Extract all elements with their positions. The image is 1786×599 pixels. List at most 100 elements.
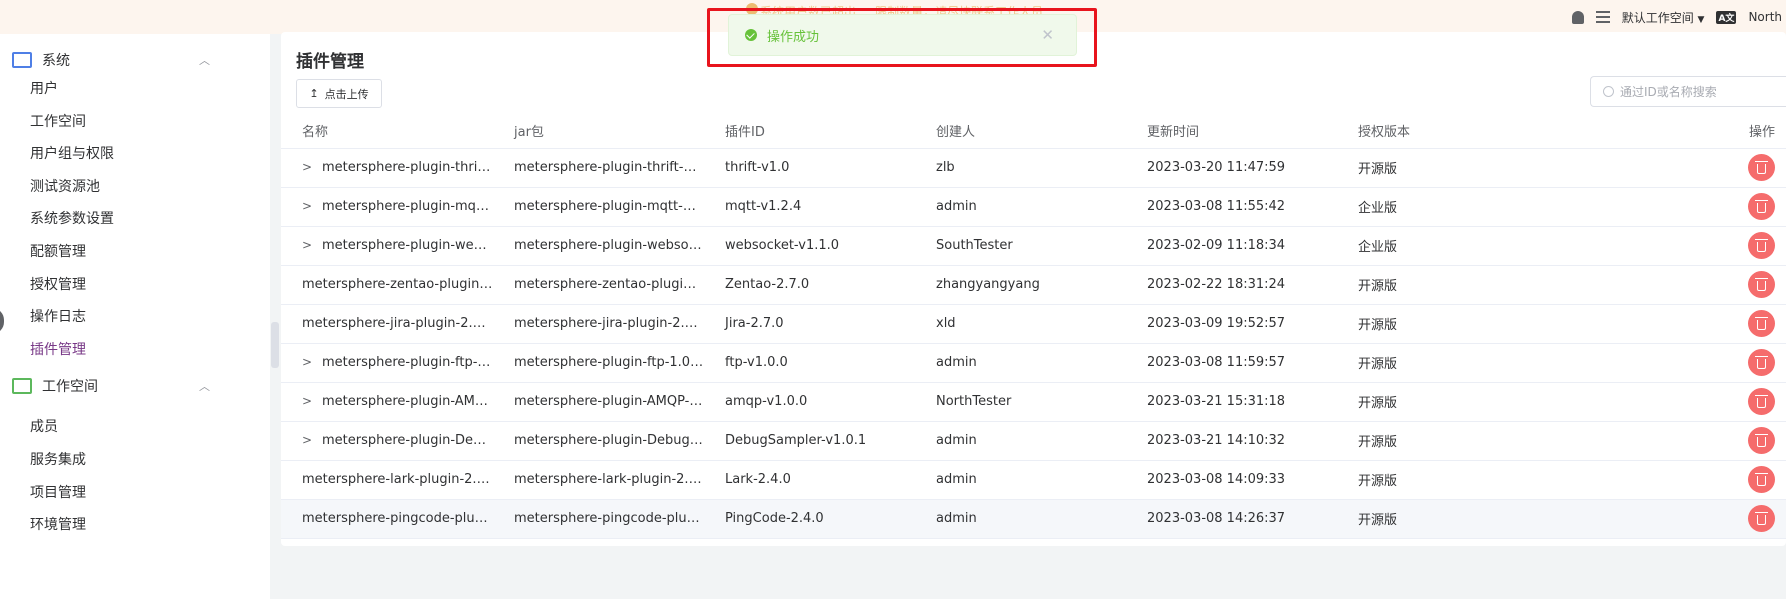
cell-plugin-id: Zentao-2.7.0: [704, 265, 915, 305]
sidebar-collapse-handle[interactable]: [271, 322, 279, 368]
sidebar-item-license[interactable]: 授权管理: [30, 274, 86, 294]
cell-actions: [1548, 187, 1786, 227]
cell-creator: admin: [915, 421, 1126, 461]
cell-actions: [1548, 343, 1786, 383]
sidebar-item-quota[interactable]: 配额管理: [30, 241, 86, 261]
language-icon[interactable]: A文: [1716, 10, 1737, 24]
sidebar-item-operation-log[interactable]: 操作日志: [30, 306, 86, 326]
cell-name: metersphere-zentao-plugin-2.7.0-jar...: [281, 265, 493, 305]
expand-chevron-icon[interactable]: >: [302, 433, 314, 447]
upload-icon: ↥: [309, 87, 319, 100]
cell-update-time: 2023-03-08 11:59:57: [1126, 343, 1337, 383]
cell-plugin-id: mqtt-v1.2.4: [704, 187, 915, 227]
trash-icon: [1755, 473, 1768, 486]
sidebar-item-system-params[interactable]: 系统参数设置: [30, 208, 114, 228]
cell-actions: [1548, 499, 1786, 539]
sidebar-item-integration[interactable]: 服务集成: [30, 449, 86, 469]
trash-icon: [1755, 161, 1768, 174]
delete-button[interactable]: [1748, 271, 1775, 298]
trash-icon: [1755, 317, 1768, 330]
sidebar-item-workspace[interactable]: 工作空间: [30, 111, 86, 131]
cell-creator: admin: [915, 460, 1126, 500]
highlight-box: [707, 8, 1097, 67]
expand-chevron-icon[interactable]: >: [302, 199, 314, 213]
cell-plugin-id: Jira-2.7.0: [704, 304, 915, 344]
table-row[interactable]: >metersphere-plugin-websocket-...metersp…: [281, 226, 1786, 266]
cell-edition: 企业版: [1337, 226, 1548, 266]
delete-button[interactable]: [1748, 232, 1775, 259]
cell-update-time: 2023-03-21 14:10:32: [1126, 421, 1337, 461]
delete-button[interactable]: [1748, 466, 1775, 493]
table-row[interactable]: metersphere-pingcode-plugin-2.4.2.jarmet…: [281, 499, 1786, 539]
cell-update-time: 2023-02-22 18:31:24: [1126, 265, 1337, 305]
sidebar-item-users[interactable]: 用户: [30, 78, 58, 98]
delete-button[interactable]: [1748, 427, 1775, 454]
sidebar-item-members[interactable]: 成员: [30, 416, 58, 436]
task-list-icon[interactable]: [1595, 11, 1610, 23]
cell-jar: metersphere-plugin-ftp-1.0.0-jar-wit...: [493, 343, 704, 383]
sidebar-item-resource-pool[interactable]: 测试资源池: [30, 176, 100, 196]
delete-button[interactable]: [1748, 349, 1775, 376]
cell-name: metersphere-pingcode-plugin-2.4.2.jar: [281, 499, 493, 539]
user-menu[interactable]: North: [1748, 10, 1782, 24]
sidebar-item-environments[interactable]: 环境管理: [30, 514, 86, 534]
delete-button[interactable]: [1748, 505, 1775, 532]
cell-actions: [1548, 304, 1786, 344]
cell-name: >metersphere-plugin-thrift-1.1-jar-...: [281, 148, 493, 188]
cell-plugin-id: websocket-v1.1.0: [704, 226, 915, 266]
cell-name: >metersphere-plugin-websocket-...: [281, 226, 493, 266]
cell-creator: zhangyangyang: [915, 265, 1126, 305]
expand-chevron-icon[interactable]: >: [302, 355, 314, 369]
sidebar-item-user-groups[interactable]: 用户组与权限: [30, 143, 114, 163]
cell-edition: 开源版: [1337, 343, 1548, 383]
cell-edition: 开源版: [1337, 148, 1548, 188]
cell-jar: metersphere-pingcode-plugin-2.4.2....: [493, 499, 704, 539]
cell-creator: SouthTester: [915, 226, 1126, 266]
bell-icon[interactable]: [1571, 10, 1584, 24]
table-row[interactable]: >metersphere-plugin-ftp-1.0.0-jar-...met…: [281, 343, 1786, 383]
table-row[interactable]: >metersphere-plugin-thrift-1.1-jar-...me…: [281, 148, 1786, 188]
trash-icon: [1755, 239, 1768, 252]
caret-down-icon: ▼: [1697, 14, 1705, 25]
col-actions: 操作: [1548, 114, 1786, 149]
delete-button[interactable]: [1748, 388, 1775, 415]
search-input[interactable]: [1620, 84, 1770, 99]
cell-name: >metersphere-plugin-AMQP-1.0....: [281, 382, 493, 422]
cell-edition: 开源版: [1337, 265, 1548, 305]
col-name: 名称: [281, 114, 493, 149]
sidebar-group-system[interactable]: 系统 ︿: [0, 42, 270, 78]
chevron-up-icon: ︿: [199, 54, 210, 67]
cell-creator: admin: [915, 499, 1126, 539]
cell-actions: [1548, 421, 1786, 461]
table-row[interactable]: >metersphere-plugin-AMQP-1.0....metersph…: [281, 382, 1786, 422]
upload-button[interactable]: ↥ 点击上传: [296, 79, 382, 108]
cell-name: >metersphere-plugin-ftp-1.0.0-jar-...: [281, 343, 493, 383]
table-row[interactable]: metersphere-jira-plugin-2.7.1-jar-wit...…: [281, 304, 1786, 344]
cell-update-time: 2023-03-08 11:55:42: [1126, 187, 1337, 227]
col-edition: 授权版本: [1337, 114, 1548, 149]
sidebar-item-plugins[interactable]: 插件管理: [30, 339, 86, 359]
workspace-switcher[interactable]: 默认工作空间 ▼: [1622, 9, 1705, 26]
table-row[interactable]: metersphere-lark-plugin-2.4.0.jarmetersp…: [281, 460, 1786, 500]
delete-button[interactable]: [1748, 310, 1775, 337]
table-row[interactable]: >metersphere-plugin-DebugSam...metersphe…: [281, 421, 1786, 461]
expand-chevron-icon[interactable]: >: [302, 394, 314, 408]
cell-edition: 开源版: [1337, 382, 1548, 422]
col-update-time: 更新时间: [1126, 114, 1337, 149]
cell-name: metersphere-jira-plugin-2.7.1-jar-wit...: [281, 304, 493, 344]
cell-edition: 开源版: [1337, 499, 1548, 539]
workspace-icon: [12, 378, 32, 394]
cell-jar: metersphere-plugin-thrift-1.1-jar-wit...: [493, 148, 704, 188]
sidebar: 系统 ︿ 用户 工作空间 用户组与权限 测试资源池 系统参数设置 配额管理 授权…: [0, 34, 270, 599]
expand-chevron-icon[interactable]: >: [302, 160, 314, 174]
table-row[interactable]: >metersphere-plugin-mqtt-1.2.4-j...meter…: [281, 187, 1786, 227]
cell-actions: [1548, 226, 1786, 266]
sidebar-item-projects[interactable]: 项目管理: [30, 482, 86, 502]
plugin-card: 插件管理 ↥ 点击上传 名称 jar包 插件ID 创建人 更新时间 授权版本 操…: [281, 32, 1786, 546]
sidebar-group-workspace[interactable]: 工作空间 ︿: [0, 368, 270, 404]
delete-button[interactable]: [1748, 193, 1775, 220]
delete-button[interactable]: [1748, 154, 1775, 181]
table-row[interactable]: metersphere-zentao-plugin-2.7.0-jar...me…: [281, 265, 1786, 305]
expand-chevron-icon[interactable]: >: [302, 238, 314, 252]
search-box[interactable]: [1590, 76, 1786, 107]
